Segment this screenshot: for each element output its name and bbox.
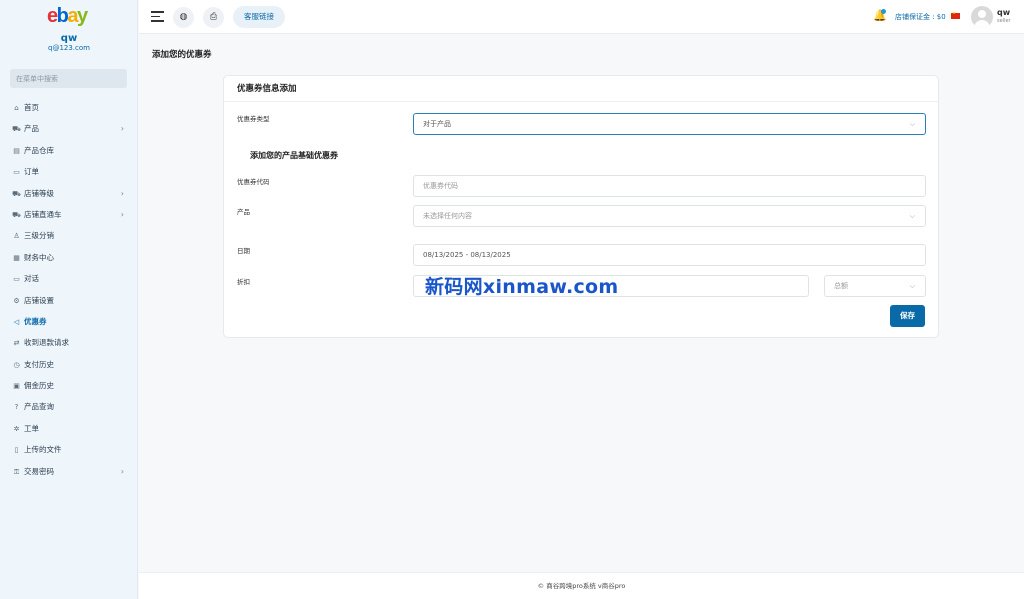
sidebar-item[interactable]: ▦ 财务中心	[0, 247, 138, 268]
chevron-down-icon: ⌵	[909, 282, 915, 290]
sidebar-item-label: 佣金历史	[24, 381, 54, 391]
chevron-right-icon: ›	[120, 124, 124, 134]
discount-type-select[interactable]: 总额 ⌵	[824, 275, 926, 297]
sidebar-user-name: qw	[60, 33, 78, 44]
sidebar-item[interactable]: ⛟ 店铺直通车 ›	[0, 204, 138, 225]
chevron-down-icon: ⌵	[909, 120, 915, 128]
ticket-icon: ✲	[13, 424, 20, 433]
coupon-type-label: 优惠券类型	[237, 115, 270, 123]
sidebar-item-label: 店铺直通车	[24, 209, 62, 219]
sidebar-item-label: 对话	[24, 274, 39, 284]
sidebar-item[interactable]: ▤ 产品仓库	[0, 140, 138, 161]
discount-label: 折扣	[237, 278, 250, 286]
sidebar-item[interactable]: ⛟ 店铺等级 ›	[0, 183, 138, 204]
sidebar-item[interactable]: ◁ 优惠券	[0, 311, 138, 332]
megaphone-icon: ◁	[13, 317, 20, 326]
sidebar-item-label: 产品	[24, 124, 39, 134]
sidebar: ebay qw q@123.com ⌂首页⛟产品›▤产品仓库▭订单⛟店铺等级›⛟…	[0, 0, 138, 599]
user-icon: ♙	[13, 232, 20, 241]
sidebar-item-label: 支付历史	[24, 359, 54, 369]
sidebar-item-label: 财务中心	[24, 252, 54, 262]
sidebar-item-label: 收到退款请求	[24, 338, 69, 348]
promo-icon: ⛟	[12, 210, 21, 219]
notification-dot	[881, 9, 886, 14]
coupon-type-select[interactable]: 对于产品 ⌵	[413, 113, 926, 135]
chevron-down-icon: ⌵	[909, 212, 915, 220]
query-icon: ?	[14, 403, 19, 412]
product-label: 产品	[237, 208, 250, 216]
section-title: 添加您的产品基础优惠券	[250, 151, 338, 160]
history-icon: ◷	[13, 360, 20, 369]
finance-icon: ▦	[13, 253, 20, 262]
sidebar-item[interactable]: ✲ 工单	[0, 418, 138, 439]
top-bar: ◍ ⎙ 客服链接 🔔 店铺保证金 : $0 qw seller	[139, 0, 1024, 34]
card-title: 优惠券信息添加	[224, 76, 938, 102]
chevron-right-icon: ›	[120, 466, 124, 476]
sidebar-item[interactable]: ⛟ 产品 ›	[0, 118, 138, 139]
date-range-input[interactable]: 08/13/2025 - 08/13/2025	[413, 244, 926, 266]
cart-icon: ⛟	[12, 125, 21, 134]
level-icon: ⛟	[12, 189, 21, 198]
warehouse-icon: ▤	[13, 146, 20, 155]
refund-icon: ⇄	[13, 339, 20, 348]
commission-icon: ▣	[13, 382, 20, 391]
home-icon: ⌂	[14, 104, 19, 112]
hamburger-icon[interactable]	[151, 11, 164, 22]
sidebar-item-label: 优惠券	[24, 316, 47, 326]
globe-icon[interactable]: ◍	[173, 7, 194, 28]
coupon-type-value: 对于产品	[423, 120, 451, 128]
sidebar-item[interactable]: ▣ 佣金历史	[0, 375, 138, 396]
product-placeholder: 未选择任何内容	[423, 212, 472, 220]
coupon-code-input[interactable]	[413, 175, 926, 197]
sidebar-item-label: 首页	[24, 103, 39, 112]
sidebar-item[interactable]: ? 产品查询	[0, 396, 138, 417]
chat-icon: ▭	[13, 275, 20, 284]
chevron-right-icon: ›	[120, 209, 124, 219]
sidebar-item-label: 三级分销	[24, 231, 54, 241]
menu-search-input[interactable]	[10, 69, 127, 88]
product-select[interactable]: 未选择任何内容 ⌵	[413, 205, 926, 227]
coupon-code-label: 优惠券代码	[237, 178, 270, 186]
customer-service-button[interactable]: 客服链接	[233, 6, 285, 28]
discount-type-value: 总额	[834, 282, 848, 290]
sidebar-item[interactable]: ▯ 上传的文件	[0, 439, 138, 460]
sidebar-item-label: 上传的文件	[24, 445, 62, 455]
sidebar-item[interactable]: ⇄ 收到退款请求	[0, 332, 138, 353]
sidebar-menu: ⌂ 首页 ⛟ 产品 › ▤ 产品仓库 ▭ 订单 ⛟ 店铺等级 › ⛟ 店铺直通车 › ♙ 三级分销 ▦ 财务中心 ▭ 对…	[0, 97, 138, 482]
sidebar-item-label: 店铺设置	[24, 295, 54, 305]
gear-icon: ⚙	[13, 296, 20, 305]
date-label: 日期	[237, 247, 250, 255]
chevron-right-icon: ›	[120, 188, 124, 198]
sidebar-item-label: 产品仓库	[24, 145, 54, 155]
sidebar-item[interactable]: ◷ 支付历史	[0, 354, 138, 375]
header-user-name[interactable]: qw	[997, 8, 1010, 17]
page-title: 添加您的优惠券	[152, 50, 212, 60]
sidebar-item[interactable]: ⚙ 店铺设置	[0, 290, 138, 311]
watermark-text: 新码网xinmaw.com	[425, 276, 619, 298]
sidebar-item-label: 店铺等级	[24, 188, 54, 198]
sidebar-item[interactable]: ⌂ 首页	[0, 97, 138, 118]
avatar[interactable]	[971, 6, 993, 28]
sidebar-item[interactable]: ♙ 三级分销	[0, 225, 138, 246]
sidebar-item-label: 工单	[24, 423, 39, 433]
sidebar-item[interactable]: ⚿ 交易密码 ›	[0, 461, 138, 482]
order-icon: ▭	[13, 168, 20, 177]
sidebar-item-label: 产品查询	[24, 402, 54, 412]
footer: © 商谷跨境pro系统 v商谷pro	[139, 572, 1024, 599]
key-icon: ⚿	[13, 467, 20, 476]
sidebar-item-label: 订单	[24, 167, 39, 177]
sidebar-item[interactable]: ▭ 对话	[0, 268, 138, 289]
store-deposit-text[interactable]: 店铺保证金 : $0	[895, 12, 946, 22]
ebay-logo[interactable]: ebay	[47, 5, 88, 28]
sidebar-user-email: q@123.com	[48, 44, 90, 52]
printer-icon[interactable]: ⎙	[203, 7, 224, 28]
file-icon: ▯	[14, 446, 19, 455]
sidebar-item[interactable]: ▭ 订单	[0, 161, 138, 182]
sidebar-item-label: 交易密码	[24, 466, 54, 476]
header-user-role: seller	[997, 18, 1011, 24]
china-flag-icon[interactable]	[951, 10, 960, 19]
save-button[interactable]: 保存	[890, 305, 925, 327]
